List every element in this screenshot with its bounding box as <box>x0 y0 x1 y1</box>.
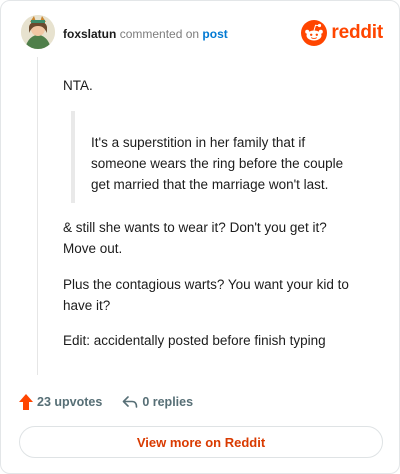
comment-paragraph-1: & still she wants to wear it? Don't you … <box>63 220 327 256</box>
comment-paragraph-2: Plus the contagious warts? You want your… <box>63 277 349 313</box>
comment-header: foxslatun commented on post reddit <box>21 15 383 51</box>
upvote-arrow-icon <box>19 394 33 410</box>
reddit-logo[interactable]: reddit <box>301 19 383 47</box>
blockquote-text: It's a superstition in her family that i… <box>91 135 344 192</box>
comment-meta: foxslatun commented on post <box>63 27 228 41</box>
reply-count: 0 replies <box>142 395 194 409</box>
user-avatar[interactable] <box>21 15 55 49</box>
comment-footer: 23 upvotes 0 replies <box>19 391 213 413</box>
thread-line[interactable] <box>37 57 38 375</box>
reply-arrow-icon <box>123 396 138 408</box>
blockquote-bar <box>71 111 75 203</box>
reddit-snoo-icon <box>301 20 328 46</box>
replies-button[interactable]: 0 replies <box>122 395 193 409</box>
username-link[interactable]: foxslatun <box>63 27 116 41</box>
action-text: commented on <box>119 27 200 41</box>
comment-card: foxslatun commented on post reddit NTA. … <box>0 0 400 474</box>
reddit-wordmark: reddit <box>331 22 383 43</box>
avatar-image <box>21 15 55 49</box>
upvote-count: 23 upvotes <box>37 395 103 409</box>
upvote-button[interactable]: 23 upvotes <box>19 394 102 410</box>
view-more-button[interactable]: View more on Reddit <box>19 426 383 458</box>
post-link[interactable]: post <box>202 27 227 41</box>
comment-paragraph-3: Edit: accidentally posted before finish … <box>63 333 326 348</box>
comment-line1: NTA. <box>63 78 93 93</box>
